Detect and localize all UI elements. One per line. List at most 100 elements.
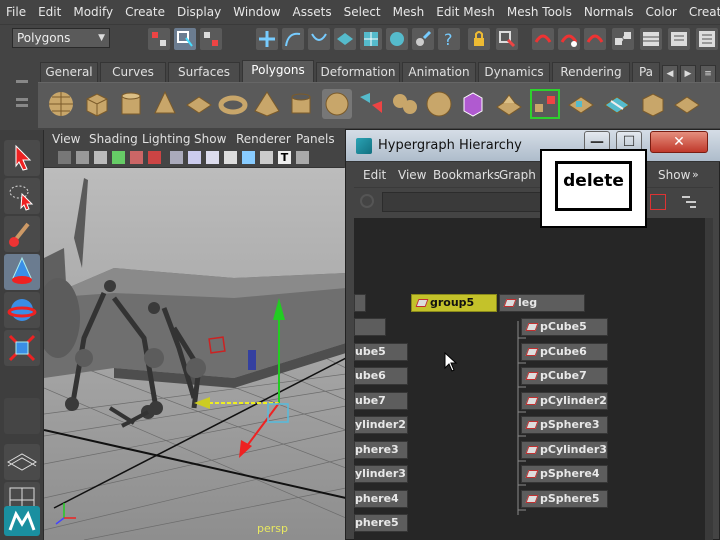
tab-animation[interactable]: Animation (402, 62, 476, 82)
hg-node-psphere4-left[interactable]: phere4 (354, 490, 408, 508)
hg-menu-bookmarks[interactable]: Bookmarks (433, 162, 500, 188)
viewport-menu-show[interactable]: Show (194, 130, 226, 148)
extract-icon[interactable] (390, 89, 420, 119)
select-by-hierarchy-icon[interactable] (148, 28, 170, 50)
viewport-menu-renderer[interactable]: Renderer (236, 130, 291, 148)
grid-icon[interactable] (170, 151, 183, 164)
bridge-icon[interactable] (530, 89, 560, 119)
safe-action-icon[interactable] (260, 151, 273, 164)
sculpt-icon[interactable] (412, 28, 434, 50)
field-chart-icon[interactable] (242, 151, 255, 164)
lasso-tool-icon[interactable] (4, 178, 40, 214)
hg-node-leg[interactable]: leg (499, 294, 585, 312)
bevel-icon[interactable] (672, 89, 702, 119)
hg-node-psphere3[interactable]: pSphere3 (521, 416, 608, 434)
help-icon[interactable]: ? (438, 28, 460, 50)
render-settings-icon[interactable] (584, 28, 606, 50)
textured-icon[interactable]: T (278, 151, 291, 164)
two-d-pan-zoom-icon[interactable] (130, 151, 143, 164)
menu-create[interactable]: Create (119, 0, 171, 24)
paint-select-tool-icon[interactable] (4, 216, 40, 252)
poly-sphere-icon[interactable] (46, 89, 76, 119)
viewport-menu-lighting[interactable]: Lighting (142, 130, 191, 148)
image-plane-icon[interactable] (112, 151, 125, 164)
poly-torus-icon[interactable] (218, 89, 248, 119)
select-by-object-icon[interactable] (174, 28, 196, 50)
separate-icon[interactable] (356, 89, 386, 119)
bookmarks-icon[interactable] (94, 151, 107, 164)
tab-deformation[interactable]: Deformation (316, 62, 400, 82)
snap-to-curve-icon[interactable] (282, 28, 304, 50)
select-by-component-icon[interactable] (200, 28, 222, 50)
hg-menu-show[interactable]: Show (658, 162, 690, 188)
poly-plane-icon[interactable] (184, 89, 214, 119)
hg-node-partial-1[interactable] (354, 294, 366, 312)
menu-create-uvs[interactable]: Create UVs (683, 0, 720, 24)
poly-pipe-icon[interactable] (286, 89, 316, 119)
hg-menu-more-icon[interactable]: » (692, 162, 699, 188)
hg-node-pcylinder2[interactable]: pCylinder2 (521, 392, 608, 410)
last-tool-slot[interactable] (4, 398, 40, 434)
hg-node-pcylinder3-left[interactable]: ylinder3 (354, 465, 408, 483)
hypergraph-scrollbar[interactable] (705, 218, 713, 540)
hg-scene-hierarchy-icon[interactable] (650, 194, 666, 210)
hg-home-icon[interactable] (360, 194, 374, 208)
select-tool-icon[interactable] (4, 140, 40, 176)
gate-mask-icon[interactable] (224, 151, 237, 164)
menu-edit-mesh[interactable]: Edit Mesh (430, 0, 501, 24)
smooth-icon[interactable] (424, 89, 454, 119)
ipr-render-icon[interactable] (558, 28, 580, 50)
menu-file[interactable]: File (0, 0, 32, 24)
tool-settings-icon[interactable] (696, 28, 718, 50)
tab-partial[interactable]: Pa (632, 62, 660, 82)
poly-cone-icon[interactable] (150, 89, 180, 119)
viewport-menu-panels[interactable]: Panels (296, 130, 335, 148)
combine-icon[interactable] (322, 89, 352, 119)
tab-general[interactable]: General (40, 62, 98, 82)
hg-node-pcube7-left[interactable]: ube7 (354, 392, 408, 410)
hg-menu-edit[interactable]: Edit (363, 162, 386, 188)
menu-normals[interactable]: Normals (578, 0, 640, 24)
poly-cylinder-icon[interactable] (116, 89, 146, 119)
use-all-lights-icon[interactable] (296, 151, 309, 164)
close-button[interactable]: ✕ (650, 131, 708, 153)
snap-to-surface-icon[interactable] (360, 28, 382, 50)
menu-select[interactable]: Select (338, 0, 387, 24)
layout-single-pane-icon[interactable] (4, 444, 40, 480)
snap-to-view-plane-icon[interactable] (334, 28, 356, 50)
snap-to-grid-icon[interactable] (256, 28, 278, 50)
menu-mesh[interactable]: Mesh (387, 0, 431, 24)
hypergraph-titlebar[interactable]: Hypergraph Hierarchy — ☐ ✕ (346, 130, 720, 162)
tab-rendering[interactable]: Rendering (552, 62, 630, 82)
hypershade-icon[interactable] (612, 28, 634, 50)
resolution-gate-icon[interactable] (206, 151, 219, 164)
menu-assets[interactable]: Assets (287, 0, 338, 24)
shelf-collapse-handle[interactable] (0, 58, 40, 128)
construction-history-icon[interactable] (386, 28, 408, 50)
hg-node-pcylinder2-left[interactable]: ylinder2 (354, 416, 408, 434)
append-to-polygon-icon[interactable] (566, 89, 596, 119)
snap-to-point-icon[interactable] (308, 28, 330, 50)
hg-node-pcube5[interactable]: pCube5 (521, 318, 608, 336)
hg-layout-icon[interactable] (680, 194, 698, 210)
hg-node-group5[interactable]: group5 (411, 294, 497, 312)
render-current-frame-icon[interactable] (532, 28, 554, 50)
menu-mesh-tools[interactable]: Mesh Tools (501, 0, 578, 24)
camera-attributes-icon[interactable] (76, 151, 89, 164)
menu-set-selector[interactable]: Polygons ▼ (12, 28, 110, 48)
poly-pyramid-icon[interactable] (252, 89, 282, 119)
tab-scroll-left-icon[interactable]: ◀ (662, 65, 678, 83)
lock-icon[interactable] (468, 28, 490, 50)
film-gate-icon[interactable] (188, 151, 201, 164)
hg-node-psphere3-left[interactable]: phere3 (354, 441, 408, 459)
insert-edge-loop-icon[interactable] (602, 89, 632, 119)
tab-polygons[interactable]: Polygons (242, 60, 314, 82)
tab-scroll-right-icon[interactable]: ▶ (680, 65, 696, 83)
scale-tool-icon[interactable] (4, 330, 40, 366)
hg-node-pcube6[interactable]: pCube6 (521, 343, 608, 361)
hg-node-pcube6-left[interactable]: ube6 (354, 367, 408, 385)
extrude-icon[interactable] (494, 89, 524, 119)
hg-node-pcylinder3[interactable]: pCylinder3 (521, 441, 608, 459)
hg-node-partial-2[interactable] (354, 318, 386, 336)
menu-color[interactable]: Color (640, 0, 683, 24)
